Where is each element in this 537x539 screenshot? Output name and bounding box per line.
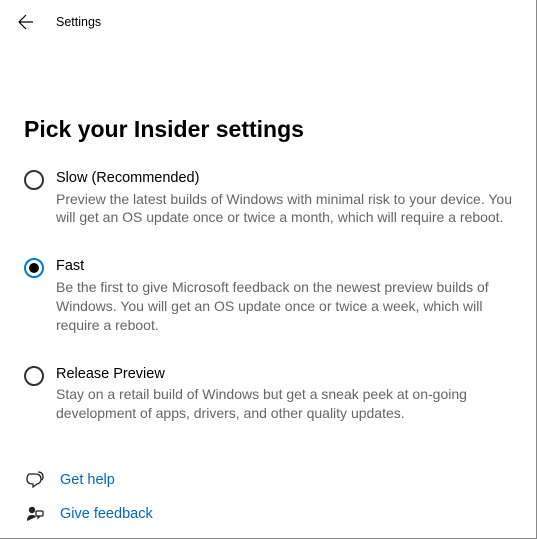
help-icon: [26, 471, 44, 489]
back-icon[interactable]: [18, 14, 34, 30]
option-description: Stay on a retail build of Windows but ge…: [56, 385, 512, 423]
option-label: Fast: [56, 257, 512, 277]
radio-icon: [24, 170, 44, 190]
radio-icon: [24, 258, 44, 278]
link-label: Give feedback: [60, 506, 153, 522]
insider-options-group: Slow (Recommended) Preview the latest bu…: [24, 169, 512, 423]
link-label: Get help: [60, 472, 115, 488]
option-slow[interactable]: Slow (Recommended) Preview the latest bu…: [24, 169, 512, 227]
option-text: Fast Be the first to give Microsoft feed…: [56, 257, 512, 334]
header-title: Settings: [56, 15, 101, 29]
option-label: Release Preview: [56, 365, 512, 385]
option-label: Slow (Recommended): [56, 169, 512, 189]
get-help-link[interactable]: Get help: [26, 471, 512, 489]
option-text: Release Preview Stay on a retail build o…: [56, 365, 512, 423]
header-bar: Settings: [0, 0, 536, 40]
option-fast[interactable]: Fast Be the first to give Microsoft feed…: [24, 257, 512, 334]
page-title: Pick your Insider settings: [24, 116, 512, 143]
option-release-preview[interactable]: Release Preview Stay on a retail build o…: [24, 365, 512, 423]
give-feedback-link[interactable]: Give feedback: [26, 505, 512, 523]
option-description: Preview the latest builds of Windows wit…: [56, 190, 512, 228]
feedback-icon: [26, 505, 44, 523]
help-links: Get help Give feedback: [24, 471, 512, 523]
radio-icon: [24, 366, 44, 386]
content-area: Pick your Insider settings Slow (Recomme…: [0, 40, 536, 523]
option-description: Be the first to give Microsoft feedback …: [56, 278, 512, 335]
option-text: Slow (Recommended) Preview the latest bu…: [56, 169, 512, 227]
